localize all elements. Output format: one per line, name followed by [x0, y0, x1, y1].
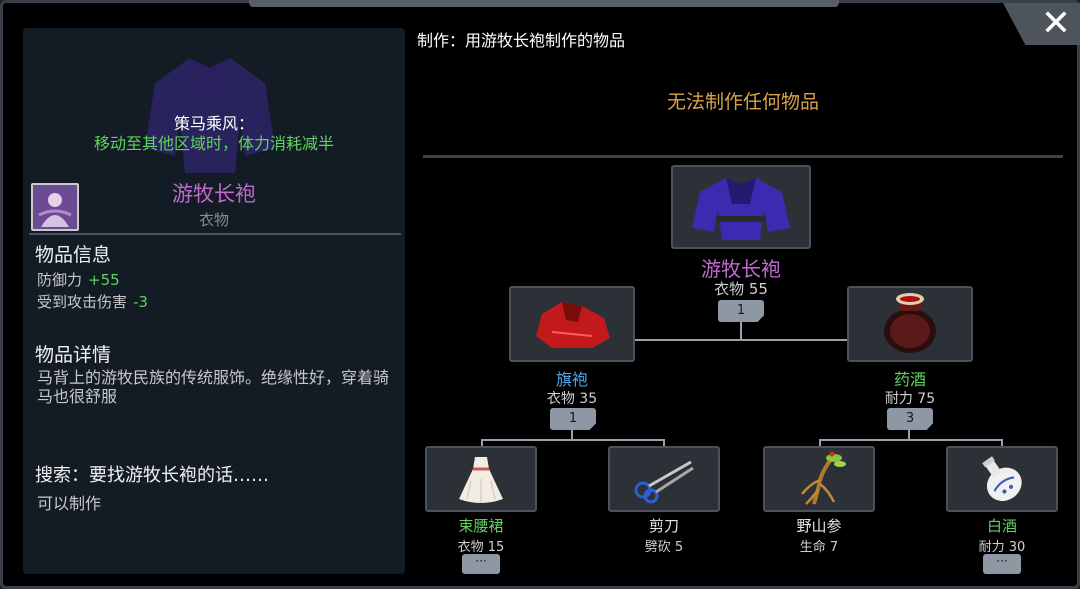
medicinal-wine-name: 药酒 — [893, 370, 926, 389]
search-heading: 搜索：要找游牧长袍的话…… — [35, 465, 269, 486]
scissors-icon — [634, 460, 694, 504]
item-detail-panel: 策马乘风： 移动至其他区域时，体力消耗减半 游牧长袍 衣物 物品信息 防御力 +5… — [23, 28, 405, 574]
root-sub: 衣物 55 — [714, 280, 768, 298]
stat-label: 受到攻击伤害 — [37, 293, 128, 311]
white-liquor-more-button[interactable]: ··· — [983, 554, 1021, 574]
stat-damage-taken: 受到攻击伤害 -3 — [37, 291, 148, 312]
red-dress-icon — [536, 302, 610, 348]
qipao-name: 旗袍 — [555, 370, 588, 389]
wild-ginseng-name: 野山参 — [796, 517, 842, 535]
wine-jar-icon — [884, 293, 936, 353]
item-description: 马背上的游牧民族的传统服饰。绝缘性好，穿着骑马也很舒服 — [37, 368, 390, 406]
tree-slot-wild-ginseng[interactable] — [763, 446, 875, 512]
white-liquor-name: 白酒 — [986, 517, 1017, 535]
ginseng-icon — [801, 451, 846, 505]
waist-skirt-more-button[interactable]: ··· — [462, 554, 500, 574]
tree-line — [740, 321, 742, 339]
medicinal-wine-count-badge[interactable]: 3 — [887, 408, 933, 430]
skirt-icon — [459, 457, 503, 503]
stat-value: +55 — [88, 271, 120, 289]
tree-slot-scissors[interactable] — [608, 446, 720, 512]
divider — [423, 155, 1063, 158]
window-top-tab — [249, 0, 839, 7]
item-name: 游牧长袍 — [172, 182, 256, 206]
medicinal-wine-sub: 耐力 75 — [884, 391, 936, 407]
tree-slot-waist-skirt[interactable] — [425, 446, 537, 512]
scissors-name: 剪刀 — [648, 517, 679, 535]
tree-line — [635, 339, 849, 341]
close-button[interactable]: ✕ — [1003, 3, 1080, 45]
robe-hero-icon — [145, 58, 275, 173]
divider — [29, 233, 401, 235]
close-icon: ✕ — [1040, 3, 1071, 44]
detail-heading: 物品详情 — [35, 344, 112, 366]
robe-icon — [692, 178, 790, 240]
info-heading: 物品信息 — [35, 244, 112, 266]
stat-value: -3 — [133, 293, 148, 311]
no-craft-message: 无法制作任何物品 — [666, 91, 819, 113]
tree-slot-qipao[interactable] — [509, 286, 635, 362]
effect-description: 移动至其他区域时，体力消耗减半 — [93, 134, 334, 153]
crafting-window: 策马乘风： 移动至其他区域时，体力消耗减半 游牧长袍 衣物 物品信息 防御力 +5… — [0, 0, 1080, 589]
tree-slot-medicinal-wine[interactable] — [847, 286, 973, 362]
waist-skirt-sub: 衣物 15 — [457, 540, 505, 555]
waist-skirt-name: 束腰裙 — [458, 517, 504, 535]
tree-root-slot[interactable] — [671, 165, 811, 249]
tree-slot-white-liquor[interactable] — [946, 446, 1058, 512]
white-liquor-sub: 耐力 30 — [978, 540, 1026, 555]
item-type: 衣物 — [198, 211, 229, 229]
craft-title: 制作：用游牧长袍制作的物品 — [417, 31, 626, 50]
stat-label: 防御力 — [37, 271, 83, 289]
search-status: 可以制作 — [37, 494, 102, 513]
stat-defense: 防御力 +55 — [37, 269, 120, 290]
scissors-sub: 劈砍 5 — [644, 540, 684, 555]
wild-ginseng-sub: 生命 7 — [799, 540, 839, 555]
tree-line — [481, 439, 665, 441]
liquor-bottle-icon — [982, 456, 1022, 501]
qipao-count-badge[interactable]: 1 — [550, 408, 596, 430]
root-count-badge[interactable]: 1 — [718, 300, 764, 322]
qipao-sub: 衣物 35 — [546, 391, 598, 407]
tree-line — [819, 439, 1003, 441]
item-hero: 策马乘风： 移动至其他区域时，体力消耗减半 游牧长袍 衣物 — [23, 28, 405, 231]
